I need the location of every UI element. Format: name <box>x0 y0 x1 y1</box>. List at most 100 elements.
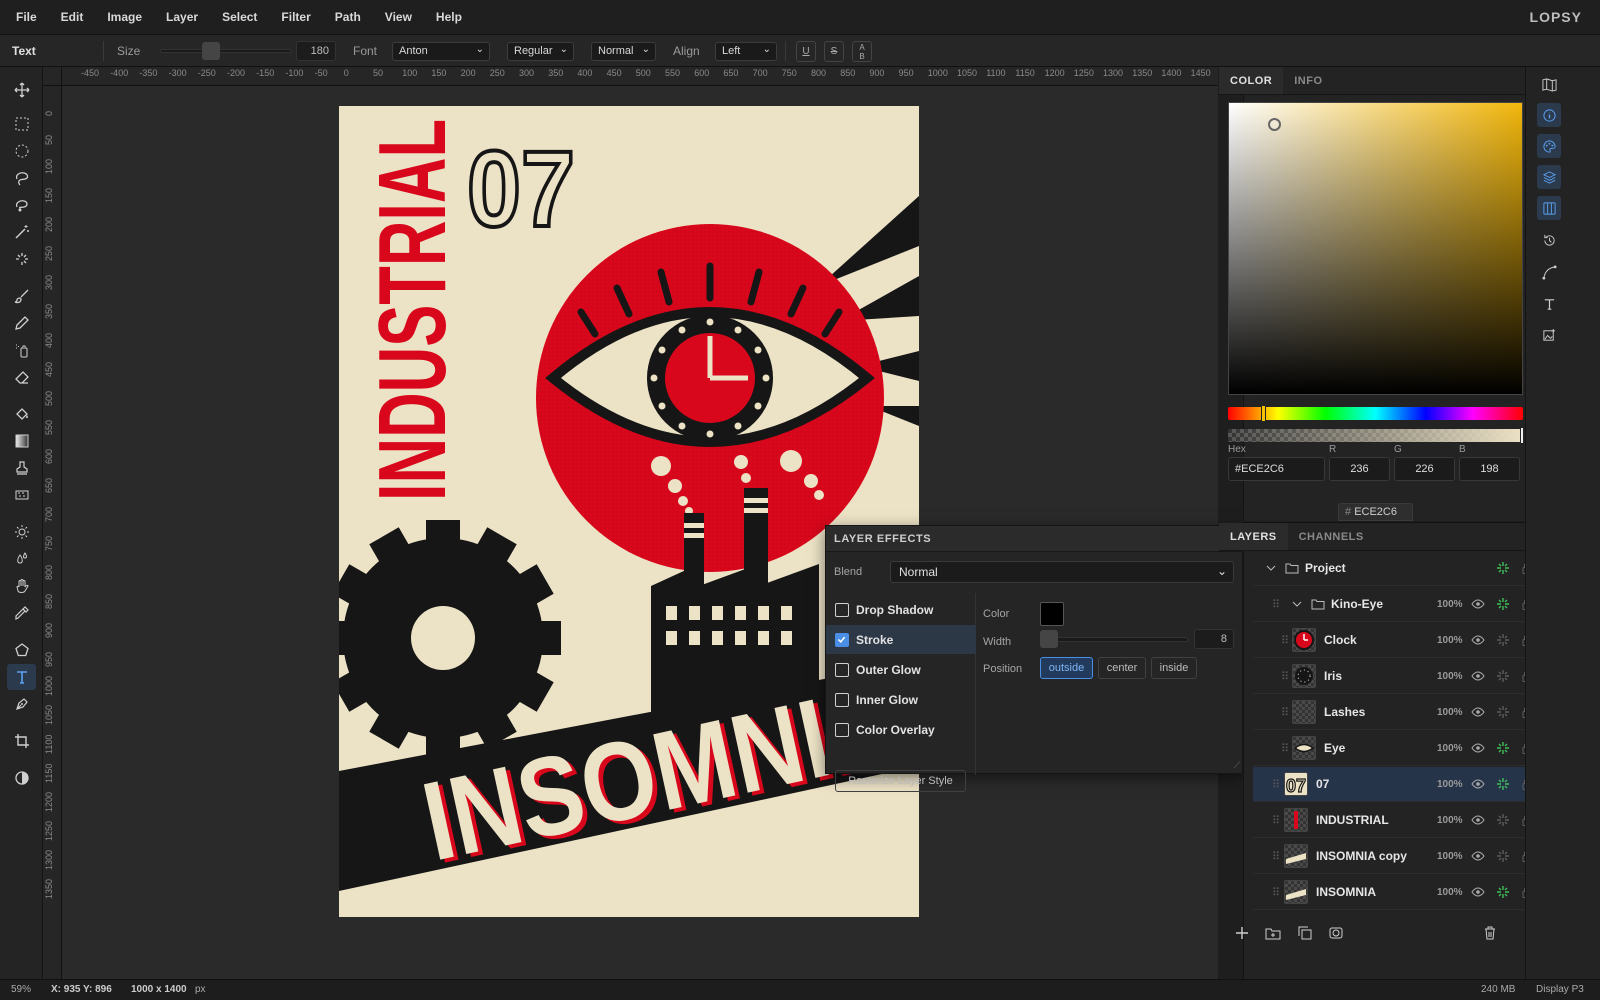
hue-slider[interactable] <box>1228 405 1523 422</box>
position-center-button[interactable]: center <box>1098 657 1146 679</box>
visibility-eye-icon[interactable] <box>1471 597 1485 611</box>
effect-blend-select[interactable]: Normal ⌄ <box>890 561 1234 583</box>
stroke-width-input[interactable]: 8 <box>1194 629 1234 649</box>
effects-icon[interactable] <box>1496 705 1510 719</box>
eyedropper-tool[interactable] <box>7 600 36 626</box>
zoom-level[interactable]: 59% <box>11 984 31 995</box>
underline-button[interactable]: U <box>796 41 816 62</box>
text-tool[interactable] <box>7 664 36 690</box>
resize-grip-icon[interactable]: ⟋ <box>1234 760 1240 771</box>
menu-edit[interactable]: Edit <box>49 0 96 35</box>
effects-icon[interactable] <box>1496 741 1510 755</box>
r-input[interactable]: 236 <box>1329 457 1390 481</box>
strikethrough-button[interactable]: S <box>824 41 844 62</box>
channels-panel-button[interactable] <box>1537 196 1561 220</box>
drag-handle-icon[interactable]: ⠿ <box>1281 634 1289 647</box>
saturation-value-picker[interactable] <box>1228 102 1523 395</box>
info-panel-button[interactable] <box>1537 103 1561 127</box>
effect-stroke[interactable]: Stroke <box>826 625 976 654</box>
layer-opacity[interactable]: 100% <box>1437 887 1463 898</box>
tab-layers[interactable]: LAYERS <box>1219 523 1288 550</box>
layer-row[interactable]: ⠿ INSOMNIA copy 100% <box>1253 839 1549 874</box>
effect-color-overlay[interactable]: Color Overlay <box>826 715 976 744</box>
layer-row[interactable]: ⠿ INDUSTRIAL 100% <box>1253 803 1549 838</box>
trash-icon[interactable] <box>1482 925 1498 941</box>
drag-handle-icon[interactable]: ⠿ <box>1281 742 1289 755</box>
menu-select[interactable]: Select <box>210 0 269 35</box>
stroke-checkbox[interactable] <box>835 632 849 647</box>
visibility-eye-icon[interactable] <box>1471 813 1485 827</box>
font-select[interactable]: Anton ⌄ <box>392 42 490 61</box>
layer-row[interactable]: ⠿ INSOMNIA 100% <box>1253 875 1549 910</box>
chevron-down-icon[interactable] <box>1265 562 1277 574</box>
pen-tool[interactable] <box>7 691 36 717</box>
contrast-tool[interactable] <box>7 765 36 791</box>
layer-name[interactable]: Project <box>1305 561 1346 575</box>
layer-row[interactable]: ⠿ Lashes 100% <box>1253 695 1549 730</box>
effects-icon[interactable] <box>1496 849 1510 863</box>
size-slider-handle[interactable] <box>202 42 220 60</box>
chevron-down-icon[interactable] <box>1291 598 1303 610</box>
rect-select-tool[interactable] <box>7 111 36 137</box>
size-input[interactable]: 180 <box>296 41 336 61</box>
layer-opacity[interactable]: 100% <box>1437 815 1463 826</box>
visibility-eye-icon[interactable] <box>1471 777 1485 791</box>
duplicate-icon[interactable] <box>1297 925 1313 941</box>
effects-icon[interactable] <box>1496 813 1510 827</box>
b-input[interactable]: 198 <box>1459 457 1520 481</box>
layer-opacity[interactable]: 100% <box>1437 671 1463 682</box>
layer-row[interactable]: ⠿ 07 07 100% <box>1253 767 1549 802</box>
drag-handle-icon[interactable]: ⠿ <box>1272 850 1280 863</box>
alpha-slider[interactable] <box>1228 427 1524 444</box>
visibility-eye-icon[interactable] <box>1471 669 1485 683</box>
effect-outer-glow[interactable]: Outer Glow <box>826 655 976 684</box>
inner-glow-checkbox[interactable] <box>835 692 849 707</box>
blend-mode-select[interactable]: Normal ⌄ <box>591 42 656 61</box>
ellipse-select-tool[interactable] <box>7 138 36 164</box>
layer-name[interactable]: INDUSTRIAL <box>1316 813 1389 827</box>
spray-tool[interactable] <box>7 337 36 363</box>
menu-view[interactable]: View <box>373 0 424 35</box>
stroke-width-handle[interactable] <box>1040 630 1058 648</box>
layer-row[interactable]: ⠿ Iris 100% <box>1253 659 1549 694</box>
quick-select-tool[interactable] <box>7 246 36 272</box>
visibility-eye-icon[interactable] <box>1471 885 1485 899</box>
layer-opacity[interactable]: 100% <box>1437 851 1463 862</box>
drag-handle-icon[interactable]: ⠿ <box>1272 886 1280 899</box>
layer-row[interactable]: ⠿ Eye 100% <box>1253 731 1549 766</box>
layer-name[interactable]: INSOMNIA <box>1316 885 1376 899</box>
effects-icon[interactable] <box>1496 669 1510 683</box>
mask-icon[interactable] <box>1328 925 1344 941</box>
layer-name[interactable]: Clock <box>1324 633 1357 647</box>
layer-name[interactable]: Eye <box>1324 741 1345 755</box>
effects-icon[interactable] <box>1496 777 1510 791</box>
visibility-eye-icon[interactable] <box>1471 849 1485 863</box>
effects-icon[interactable] <box>1496 561 1510 575</box>
shape-tool[interactable] <box>7 637 36 663</box>
layer-opacity[interactable]: 100% <box>1437 707 1463 718</box>
map-panel-button[interactable] <box>1537 72 1561 96</box>
layer-row[interactable]: ⠿ Kino-Eye 100% <box>1253 587 1549 622</box>
layer-row[interactable]: ⠿ Clock 100% <box>1253 623 1549 658</box>
position-outside-button[interactable]: outside <box>1040 657 1093 679</box>
menu-help[interactable]: Help <box>424 0 474 35</box>
pencil-tool[interactable] <box>7 310 36 336</box>
effects-icon[interactable] <box>1496 885 1510 899</box>
tab-info[interactable]: INFO <box>1283 67 1333 94</box>
layer-name[interactable]: 07 <box>1316 777 1329 791</box>
layer-opacity[interactable]: 100% <box>1437 599 1463 610</box>
move-tool[interactable] <box>7 77 36 103</box>
menu-image[interactable]: Image <box>95 0 154 35</box>
alpha-slider-handle[interactable] <box>1520 427 1524 444</box>
visibility-eye-icon[interactable] <box>1471 705 1485 719</box>
weight-select[interactable]: Regular ⌄ <box>507 42 574 61</box>
align-select[interactable]: Left ⌄ <box>715 42 777 61</box>
drop-shadow-checkbox[interactable] <box>835 602 849 617</box>
layers-panel-button[interactable] <box>1537 165 1561 189</box>
drag-handle-icon[interactable]: ⠿ <box>1272 778 1280 791</box>
menu-file[interactable]: File <box>0 0 49 35</box>
brush-tool[interactable] <box>7 283 36 309</box>
stroke-color-swatch[interactable] <box>1040 602 1064 626</box>
effect-drop-shadow[interactable]: Drop Shadow <box>826 595 976 624</box>
paths-panel-button[interactable] <box>1537 260 1561 284</box>
